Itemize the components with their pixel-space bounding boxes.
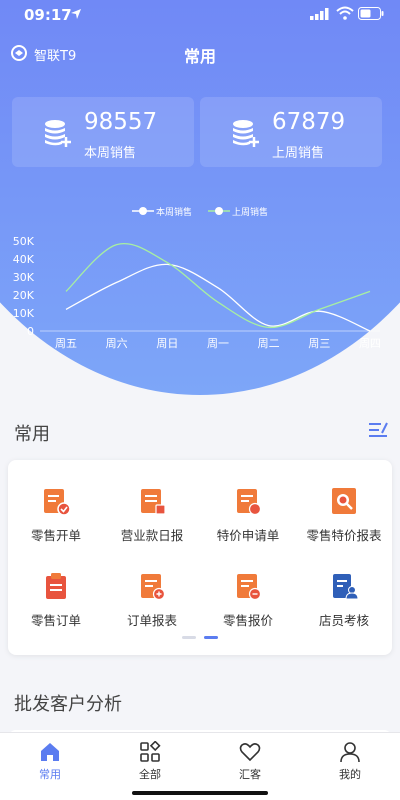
tab-mine[interactable]: 我的 xyxy=(300,733,400,800)
x-tick-label: 周六 xyxy=(106,337,128,350)
grid-item-label: 零售特价报表 xyxy=(306,528,382,543)
grid-item-label: 零售订单 xyxy=(30,613,81,628)
legend-label-this-week: 本周销售 xyxy=(156,208,193,218)
common-functions-card: 零售开单 营业款日报 特价申请单 零售特价报表零售订单 订单报表 零售报价 店员考核 xyxy=(8,460,392,655)
tab-label: 我的 xyxy=(339,768,361,781)
this-week-sales-value: 98557 xyxy=(84,109,158,135)
legend-label-last-week: 上周销售 xyxy=(232,208,269,218)
x-tick-label: 周四 xyxy=(359,337,381,350)
staff-check-icon xyxy=(333,574,359,600)
chart-legend: 本周销售 上周销售 xyxy=(0,203,400,219)
grid-item[interactable]: 零售特价报表 xyxy=(296,468,392,546)
grid-item[interactable]: 营业款日报 xyxy=(104,468,200,546)
quote-icon xyxy=(237,574,262,601)
grid-item[interactable]: 零售订单 xyxy=(8,553,104,631)
location-arrow-icon xyxy=(71,9,81,19)
brand-name: 智联T9 xyxy=(34,49,77,64)
grid-item-label: 店员考核 xyxy=(318,613,369,628)
y-tick-label: 0 xyxy=(27,325,34,338)
last-week-sales-value: 67879 xyxy=(272,109,346,135)
bottom-tab-bar: 常用 全部 汇客 我的 xyxy=(0,732,400,800)
legend-marker-last-week xyxy=(208,207,230,215)
series-line-last-week xyxy=(65,242,371,329)
grid-item[interactable]: 店员考核 xyxy=(296,553,392,631)
tab-label: 汇客 xyxy=(239,768,261,781)
tab-label: 全部 xyxy=(139,768,161,781)
x-tick-label: 周日 xyxy=(156,337,178,350)
tab-all[interactable]: 全部 xyxy=(100,733,200,800)
section-title-wholesale: 批发客户分析 xyxy=(14,694,122,715)
home-indicator xyxy=(132,791,268,795)
grid-item-label: 零售开单 xyxy=(30,528,81,543)
signal-icon xyxy=(310,8,329,20)
last-week-sales-card[interactable]: 67879 上周销售 xyxy=(200,97,382,167)
nav-bar: 智联T9 常用 xyxy=(0,36,400,72)
grid-item-label: 零售报价 xyxy=(222,613,273,628)
x-tick-label: 周二 xyxy=(258,337,280,350)
tab-common[interactable]: 常用 xyxy=(0,733,100,800)
status-bar: 09:17 xyxy=(0,0,400,30)
grid-item-label: 订单报表 xyxy=(126,613,177,628)
coin-stack-icon xyxy=(45,120,71,147)
x-tick-label: 周三 xyxy=(308,337,330,350)
retail-order-icon xyxy=(44,489,71,516)
grid-item[interactable]: 特价申请单 xyxy=(200,468,296,546)
order-report-icon xyxy=(141,574,166,601)
grid-item[interactable]: 零售报价 xyxy=(200,553,296,631)
tab-label: 常用 xyxy=(39,768,61,781)
home-icon xyxy=(41,743,59,761)
y-tick-label: 30K xyxy=(13,271,35,284)
x-tick-label: 周五 xyxy=(55,337,77,350)
sales-line-chart: 0 10K 20K 30K 40K 50K 周五 周六 周日 周一 周二 周三 周四 xyxy=(13,235,381,350)
this-week-sales-label: 本周销售 xyxy=(84,146,137,161)
special-price-icon xyxy=(237,489,262,516)
grid-icon xyxy=(140,741,161,762)
page-dot-2-active[interactable] xyxy=(204,636,218,639)
section-title-common: 常用 xyxy=(14,424,50,445)
this-week-sales-card[interactable]: 98557 本周销售 xyxy=(12,97,194,167)
page-dot-1[interactable] xyxy=(182,636,196,639)
heart-icon xyxy=(239,743,261,762)
wifi-icon xyxy=(336,6,354,20)
coin-stack-icon xyxy=(233,120,259,147)
brand-logo-icon xyxy=(11,45,27,61)
battery-icon xyxy=(358,7,384,20)
daily-report-icon xyxy=(141,489,166,515)
tab-customers[interactable]: 汇客 xyxy=(200,733,300,800)
legend-marker-this-week xyxy=(132,207,154,215)
grid-item[interactable]: 订单报表 xyxy=(104,553,200,631)
grid-item[interactable]: 零售开单 xyxy=(8,468,104,546)
user-icon xyxy=(340,742,360,763)
list-edit-icon[interactable] xyxy=(368,421,388,439)
y-tick-label: 20K xyxy=(13,289,35,302)
search-report-icon xyxy=(332,488,356,514)
grid-item-label: 营业款日报 xyxy=(120,528,184,543)
last-week-sales-label: 上周销售 xyxy=(272,146,325,161)
y-tick-label: 50K xyxy=(13,235,35,248)
x-tick-label: 周一 xyxy=(207,337,229,350)
series-line-this-week xyxy=(65,263,371,332)
y-tick-label: 40K xyxy=(13,253,35,266)
status-time: 09:17 xyxy=(24,6,72,24)
clipboard-icon xyxy=(46,573,66,599)
grid-item-label: 特价申请单 xyxy=(216,528,280,543)
y-tick-label: 10K xyxy=(13,307,35,320)
